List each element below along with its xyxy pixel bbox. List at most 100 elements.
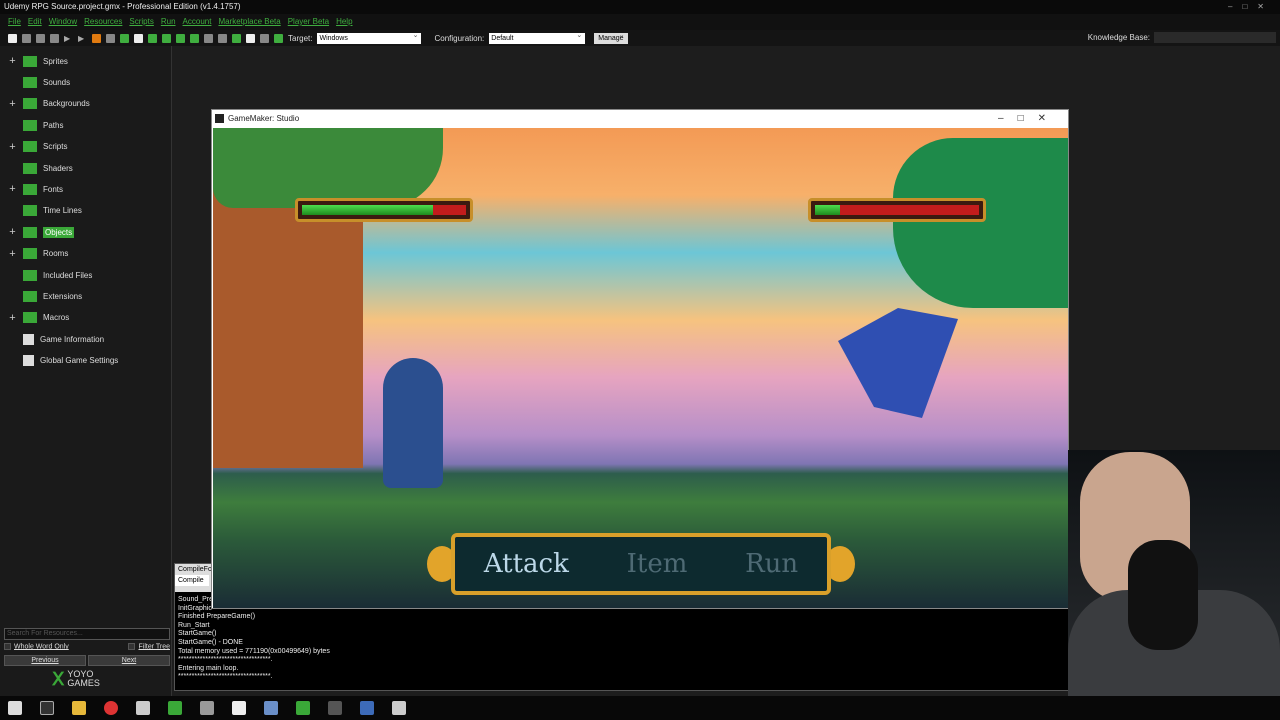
window-controls[interactable]: –□✕ [1228, 0, 1274, 14]
new-project-icon[interactable] [8, 33, 17, 43]
target-select[interactable]: Windows [317, 30, 422, 44]
file-explorer-icon[interactable] [72, 701, 86, 715]
configuration-label: Configuration: [434, 33, 485, 43]
previous-button[interactable]: Previous [4, 655, 86, 666]
tree-item-extensions[interactable]: Extensions [8, 289, 82, 303]
game-canvas[interactable]: Attack Item Run [213, 128, 1068, 608]
menu-player-beta[interactable]: Player Beta [288, 14, 329, 30]
add-sprite-icon[interactable] [120, 33, 129, 43]
editor-icon[interactable] [360, 701, 374, 715]
gamemaker-icon [215, 114, 224, 123]
create-exe-icon[interactable] [92, 33, 101, 43]
open-project-icon[interactable] [22, 33, 31, 43]
folder-icon [23, 183, 37, 195]
whole-word-checkbox[interactable]: Whole Word Only [4, 643, 69, 650]
menu-file[interactable]: File [8, 14, 21, 30]
tab-compile[interactable]: Compile [175, 575, 209, 586]
unity-icon[interactable] [136, 701, 150, 715]
tree-item-game-information[interactable]: Game Information [8, 332, 104, 346]
knowledge-base-input[interactable] [1154, 32, 1276, 43]
obs-icon[interactable] [200, 701, 214, 715]
expand-icon[interactable]: + [8, 55, 17, 67]
tree-foliage-right [893, 138, 1068, 308]
tree-item-label: Sprites [43, 56, 68, 66]
tree-item-scripts[interactable]: + Scripts [8, 140, 67, 154]
expand-icon[interactable]: + [8, 183, 17, 195]
add-script-icon[interactable] [176, 33, 185, 43]
game-runner-icon[interactable] [392, 701, 406, 715]
expand-icon[interactable]: + [8, 248, 17, 260]
run-icon[interactable]: ▶ [64, 34, 73, 43]
settings-icon [23, 333, 34, 345]
help-icon[interactable] [274, 33, 283, 43]
list-icon[interactable] [260, 33, 269, 43]
expand-icon[interactable]: + [8, 312, 17, 324]
resource-tree: + Sprites Sounds + Backgrounds Paths + Scripts S… [0, 46, 172, 696]
configuration-select[interactable]: Default [489, 30, 586, 44]
menu-window[interactable]: Window [49, 14, 77, 30]
tree-item-sprites[interactable]: + Sprites [8, 54, 68, 68]
expand-icon[interactable]: + [8, 141, 17, 153]
expand-icon[interactable]: + [8, 98, 17, 110]
terminal-icon[interactable] [328, 701, 342, 715]
export-icon[interactable] [50, 33, 59, 43]
tree-item-time-lines[interactable]: Time Lines [8, 204, 82, 218]
tree-item-label: Paths [43, 120, 64, 130]
tree-item-paths[interactable]: Paths [8, 118, 63, 132]
add-background-icon[interactable] [148, 33, 157, 43]
folder-icon [23, 290, 37, 302]
next-button[interactable]: Next [88, 655, 170, 666]
tree-item-label: Rooms [43, 249, 69, 259]
gamemaker-taskbar-icon-2[interactable] [296, 701, 310, 715]
menu-edit[interactable]: Edit [28, 14, 42, 30]
manage-button[interactable]: Manage [594, 30, 628, 44]
menu-marketplace[interactable]: Marketplace Beta [218, 14, 280, 30]
clean-icon[interactable] [106, 33, 115, 43]
menu-help[interactable]: Help [336, 14, 352, 30]
add-object-icon[interactable] [232, 33, 241, 43]
add-font-icon[interactable] [204, 33, 213, 43]
folder-icon [23, 119, 37, 131]
game-window-controls[interactable]: –□✕ [998, 110, 1060, 127]
add-timeline-icon[interactable] [218, 33, 227, 43]
tree-item-objects[interactable]: + Objects [8, 225, 75, 239]
attack-option[interactable]: Attack [484, 549, 569, 579]
expand-icon[interactable]: + [8, 226, 17, 238]
task-view-icon[interactable] [40, 701, 54, 715]
menu-scripts[interactable]: Scripts [129, 14, 153, 30]
search-resources-input[interactable]: Search For Resources... [4, 628, 170, 640]
tree-item-included-files[interactable]: Included Files [8, 268, 92, 282]
run-option[interactable]: Run [745, 549, 798, 579]
start-icon[interactable] [8, 701, 22, 715]
tree-item-backgrounds[interactable]: + Backgrounds [8, 97, 89, 111]
log-line: Finished PrepareGame() [178, 613, 256, 621]
filter-tree-checkbox[interactable]: Filter Tree [128, 643, 170, 650]
menu-account[interactable]: Account [183, 14, 212, 30]
log-line: Run_Start [178, 621, 210, 629]
app-icon[interactable] [232, 701, 246, 715]
tree-item-fonts[interactable]: + Fonts [8, 182, 63, 196]
debug-icon[interactable]: ▶ [78, 34, 87, 43]
tree-item-macros[interactable]: + Macros [8, 311, 69, 325]
tree-item-global-game-settings[interactable]: Global Game Settings [8, 354, 118, 368]
log-line: Entering main loop. [178, 664, 239, 672]
tree-item-label: Fonts [43, 184, 64, 194]
item-option[interactable]: Item [627, 549, 688, 579]
save-icon[interactable] [36, 33, 45, 43]
menu-resources[interactable]: Resources [84, 14, 122, 30]
tree-item-shaders[interactable]: Shaders [8, 161, 73, 175]
log-line: **********************************. [178, 656, 273, 664]
log-line: StartGame() - DONE [178, 638, 243, 646]
gamemaker-taskbar-icon[interactable] [168, 701, 182, 715]
menu-run[interactable]: Run [161, 14, 176, 30]
godot-icon[interactable] [264, 701, 278, 715]
add-path-icon[interactable] [162, 33, 171, 43]
add-sound-icon[interactable] [134, 33, 143, 43]
tree-item-sounds[interactable]: Sounds [8, 75, 70, 89]
add-room-icon[interactable] [246, 33, 255, 43]
folder-icon [23, 226, 37, 238]
taskbar [0, 696, 1280, 720]
add-shader-icon[interactable] [190, 33, 199, 43]
tree-item-rooms[interactable]: + Rooms [8, 247, 68, 261]
chrome-icon[interactable] [104, 701, 118, 715]
